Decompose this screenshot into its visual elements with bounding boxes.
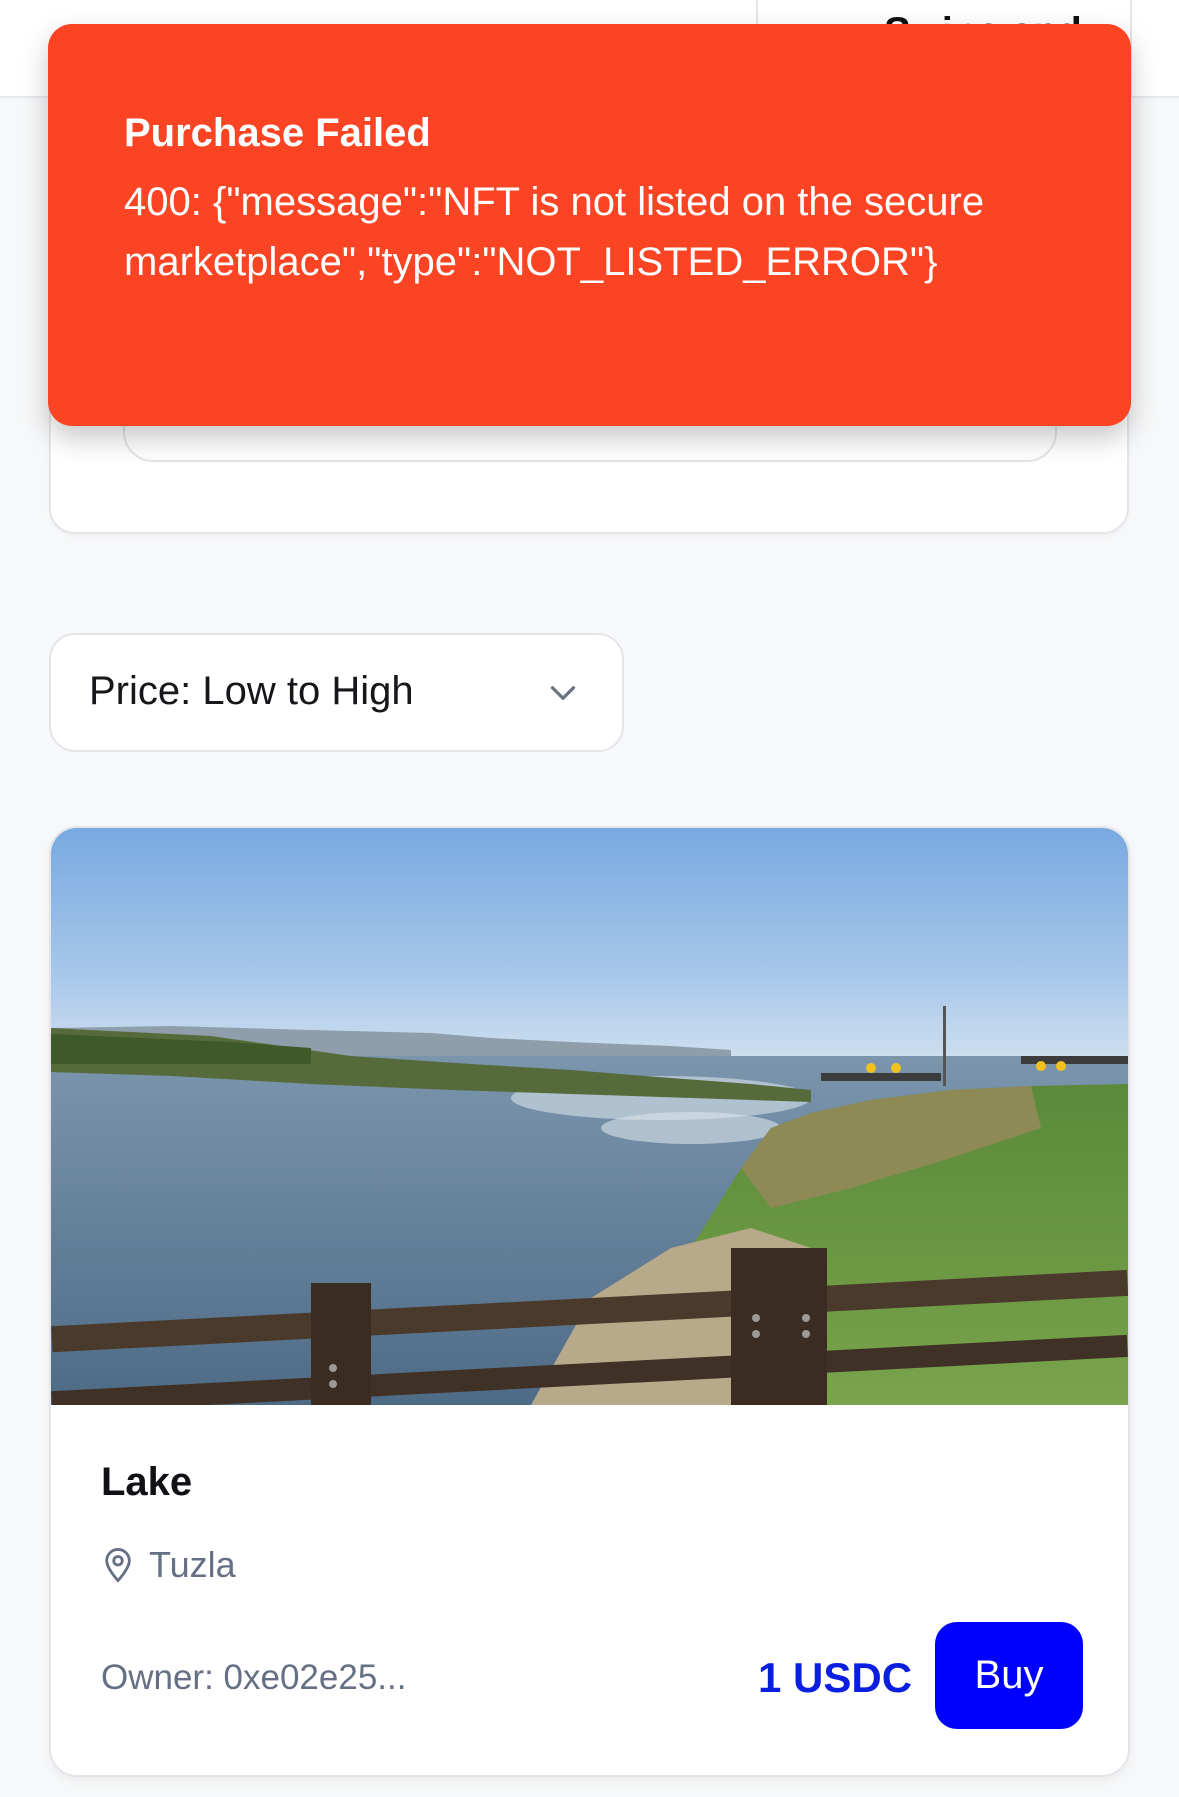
- nft-location: Tuzla: [101, 1542, 236, 1588]
- sort-select-value: Price: Low to High: [89, 669, 414, 713]
- error-toast[interactable]: Purchase Failed 400: {"message":"NFT is …: [48, 24, 1131, 426]
- nft-price: 1 USDC: [758, 1654, 913, 1701]
- nft-location-text: Tuzla: [149, 1544, 236, 1585]
- toast-message: 400: {"message":"NFT is not listed on th…: [124, 180, 985, 284]
- nft-card[interactable]: Lake Tuzla Owner: 0xe02e25... 1 USDC Buy: [49, 826, 1130, 1777]
- sort-select[interactable]: Price: Low to High: [49, 633, 624, 752]
- nft-owner: Owner: 0xe02e25...: [101, 1658, 407, 1697]
- toast-title: Purchase Failed: [124, 111, 431, 155]
- buy-button[interactable]: Buy: [935, 1622, 1083, 1729]
- map-pin-icon: [105, 1548, 131, 1583]
- nft-title: Lake: [101, 1460, 193, 1504]
- chevron-down-icon: [550, 686, 576, 700]
- nft-image: [51, 828, 1128, 1405]
